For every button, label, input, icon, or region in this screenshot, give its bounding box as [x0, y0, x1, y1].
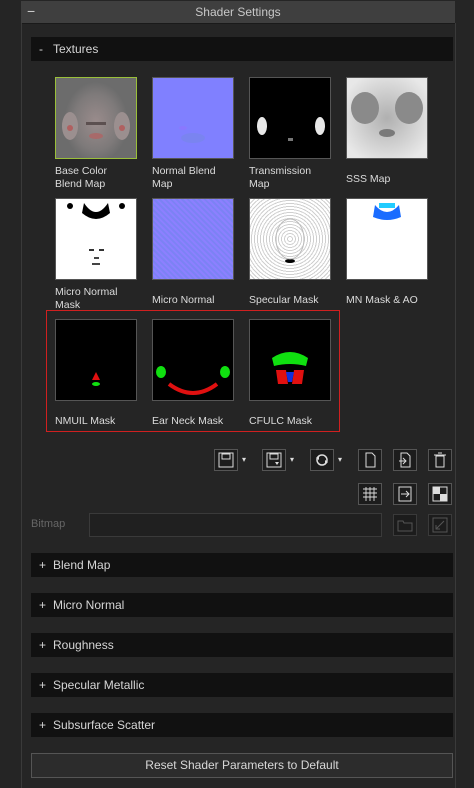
- load-dropdown[interactable]: ▾: [240, 449, 248, 471]
- texture-thumbnail[interactable]: [55, 319, 137, 401]
- swap-icon: [316, 454, 328, 466]
- load-button[interactable]: [214, 449, 238, 471]
- face-texture-icon: [62, 112, 130, 140]
- copy-button[interactable]: [358, 449, 382, 471]
- texture-slot-micro-normal[interactable]: Micro Normal: [152, 198, 242, 307]
- micro-normal-mask-icon: [67, 203, 125, 265]
- adjust-button[interactable]: [358, 483, 382, 505]
- collapse-sign: -: [39, 42, 43, 56]
- texture-thumbnail[interactable]: [152, 319, 234, 401]
- texture-thumbnail[interactable]: [152, 77, 234, 159]
- launch-editor-button[interactable]: [428, 514, 452, 536]
- section-label: Textures: [53, 42, 99, 56]
- cfulc-mask-icon: [272, 352, 308, 384]
- texture-label: MN Mask & AO: [346, 294, 418, 306]
- texture-label: Ear Neck Mask: [152, 415, 224, 427]
- import-icon: [399, 452, 411, 468]
- export-icon: [398, 486, 412, 502]
- texture-slot-base-color-blend-map[interactable]: Base Color Blend Map: [55, 77, 145, 191]
- copy-icon: [365, 452, 376, 468]
- edit-icon: [432, 517, 448, 533]
- texture-thumbnail[interactable]: [346, 77, 428, 159]
- normal-map-icon: [179, 126, 205, 143]
- section-roughness[interactable]: + Roughness: [31, 633, 453, 657]
- texture-slot-sss-map[interactable]: SSS Map: [346, 77, 436, 186]
- texture-label: Micro Normal: [152, 294, 215, 306]
- save-button[interactable]: [262, 449, 286, 471]
- expand-sign: +: [39, 678, 47, 692]
- texture-slot-nmuil-mask[interactable]: NMUIL Mask: [55, 319, 145, 428]
- texture-slot-mn-mask-ao[interactable]: MN Mask & AO: [346, 198, 436, 307]
- panel-border-right: [455, 23, 456, 788]
- expand-sign: +: [39, 638, 47, 652]
- expand-sign: +: [39, 598, 47, 612]
- bitmap-path-field[interactable]: [89, 513, 382, 537]
- section-label: Blend Map: [53, 558, 111, 572]
- textures-section-header[interactable]: - Textures: [31, 37, 453, 61]
- transmission-map-icon: [257, 117, 325, 141]
- texture-label: Specular Mask: [249, 294, 319, 306]
- load-icon: [218, 452, 234, 468]
- texture-label: SSS Map: [346, 173, 391, 185]
- texture-slot-normal-blend-map[interactable]: Normal Blend Map: [152, 77, 242, 191]
- texture-thumbnail[interactable]: [55, 77, 137, 159]
- nmuil-mask-icon: [92, 372, 100, 386]
- checker-icon: [432, 486, 448, 502]
- checker-button[interactable]: [428, 483, 452, 505]
- section-label: Micro Normal: [53, 598, 125, 612]
- section-label: Specular Metallic: [53, 678, 145, 692]
- import-button[interactable]: [393, 449, 417, 471]
- delete-button[interactable]: [428, 449, 452, 471]
- panel-title: Shader Settings: [195, 5, 281, 19]
- texture-label: Normal Blend Map: [152, 165, 216, 190]
- section-specular-metallic[interactable]: + Specular Metallic: [31, 673, 453, 697]
- bitmap-label: Bitmap: [31, 518, 66, 530]
- adjust-icon: [363, 487, 377, 501]
- section-label: Subsurface Scatter: [53, 718, 156, 732]
- shader-settings-header[interactable]: − Shader Settings: [21, 1, 455, 24]
- section-blend-map[interactable]: + Blend Map: [31, 553, 453, 577]
- delete-icon: [434, 452, 446, 468]
- folder-icon: [397, 520, 413, 532]
- texture-thumbnail[interactable]: [249, 198, 331, 280]
- expand-sign: +: [39, 718, 47, 732]
- swap-button[interactable]: [310, 449, 334, 471]
- texture-slot-ear-neck-mask[interactable]: Ear Neck Mask: [152, 319, 242, 428]
- texture-label: Base Color Blend Map: [55, 165, 107, 190]
- save-dropdown[interactable]: ▾: [288, 449, 296, 471]
- mn-mask-ao-icon: [373, 203, 401, 220]
- texture-thumbnail[interactable]: [152, 198, 234, 280]
- texture-thumbnail[interactable]: [249, 319, 331, 401]
- open-folder-button[interactable]: [393, 514, 417, 536]
- texture-slot-cfulc-mask[interactable]: CFULC Mask: [249, 319, 339, 428]
- texture-label: Transmission Map: [249, 165, 312, 190]
- save-icon: [266, 452, 282, 468]
- section-label: Roughness: [53, 638, 114, 652]
- ear-neck-mask-icon: [156, 366, 230, 395]
- specular-mask-icon: [275, 218, 305, 263]
- texture-thumbnail[interactable]: [346, 198, 428, 280]
- sss-map-icon: [351, 92, 423, 137]
- texture-slot-specular-mask[interactable]: Specular Mask: [249, 198, 339, 307]
- texture-label: Micro Normal Mask: [55, 286, 118, 311]
- reset-shader-button[interactable]: Reset Shader Parameters to Default: [31, 753, 453, 778]
- section-subsurface-scatter[interactable]: + Subsurface Scatter: [31, 713, 453, 737]
- texture-slot-transmission-map[interactable]: Transmission Map: [249, 77, 339, 191]
- texture-thumbnail[interactable]: [55, 198, 137, 280]
- export-button[interactable]: [393, 483, 417, 505]
- panel-border-left: [21, 23, 22, 788]
- swap-dropdown[interactable]: ▾: [336, 449, 344, 471]
- texture-thumbnail[interactable]: [249, 77, 331, 159]
- texture-slot-micro-normal-mask[interactable]: Micro Normal Mask: [55, 198, 145, 312]
- section-micro-normal[interactable]: + Micro Normal: [31, 593, 453, 617]
- texture-label: CFULC Mask: [249, 415, 313, 427]
- texture-label: NMUIL Mask: [55, 415, 116, 427]
- expand-sign: +: [39, 558, 47, 572]
